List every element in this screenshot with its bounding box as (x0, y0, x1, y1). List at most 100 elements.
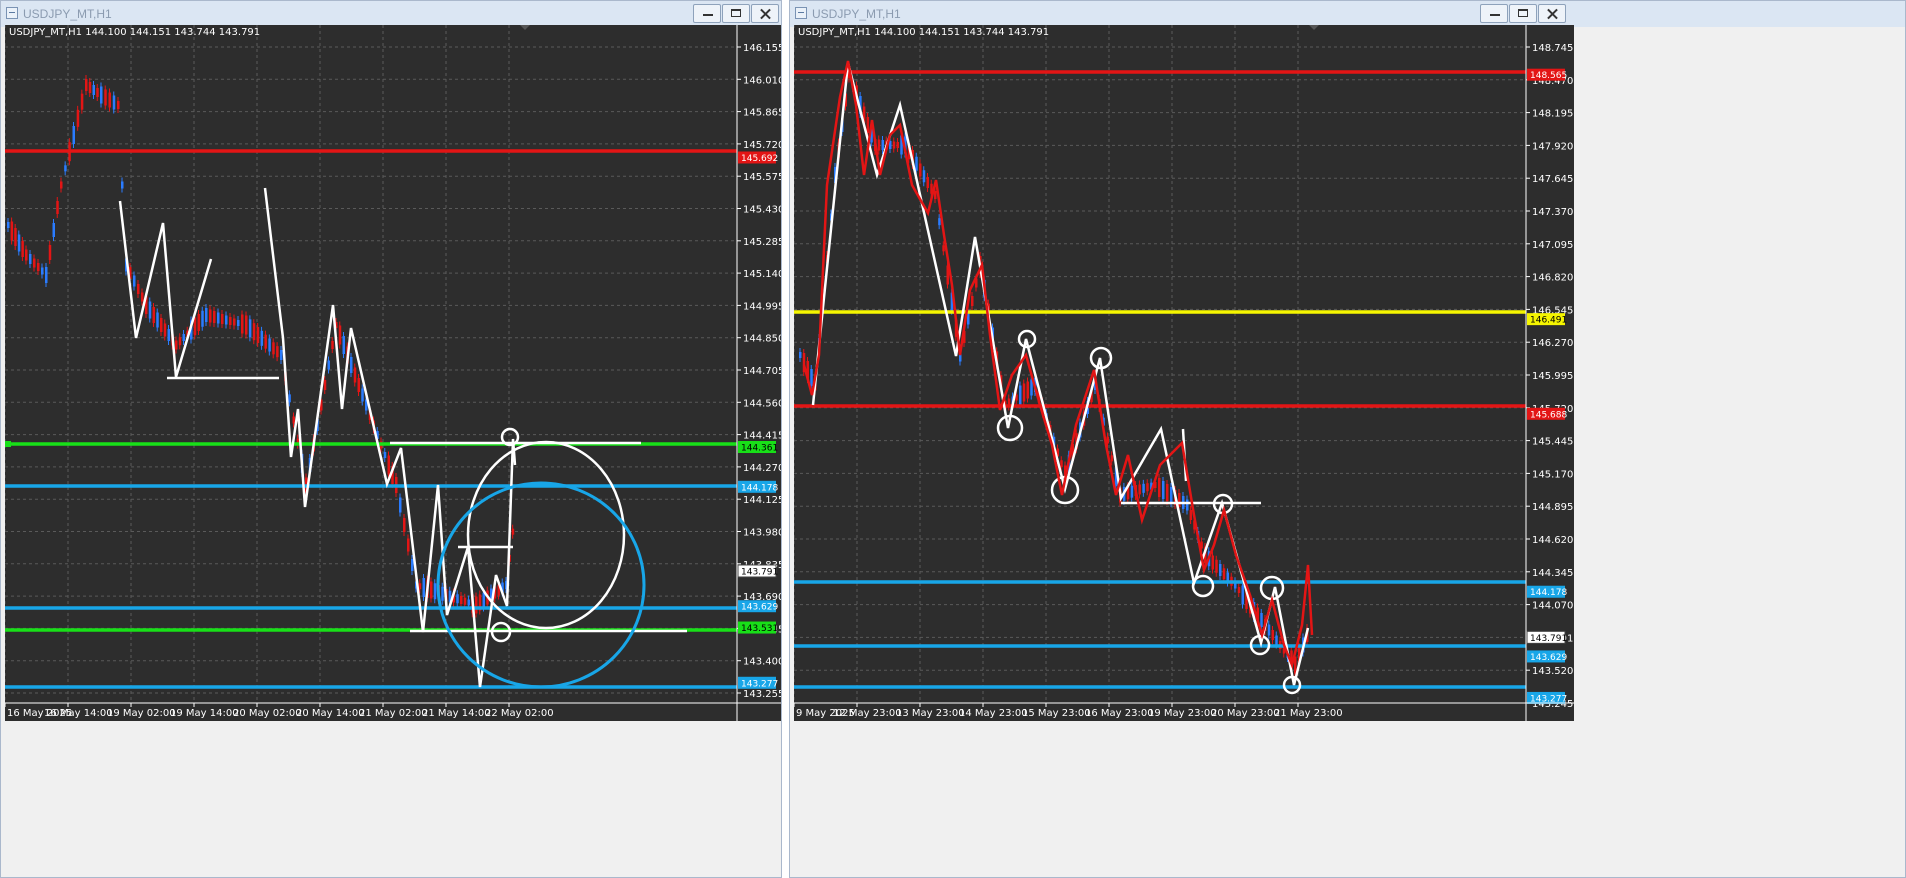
price-badge-label: 144.178 (1530, 588, 1567, 598)
price-badge-label: 145.692 (741, 154, 778, 164)
candle-body (467, 599, 470, 606)
candle-body (422, 578, 425, 597)
candle-body (1170, 487, 1173, 503)
candle-body (1130, 485, 1134, 498)
candle-body (117, 101, 120, 109)
candle-body (33, 258, 36, 268)
candle-body (163, 323, 167, 337)
time-tick-label: 20 May 14:00 (296, 708, 365, 719)
chart-background (794, 25, 1574, 721)
candle-body (511, 528, 515, 535)
candle-body (810, 369, 813, 386)
candle-body (148, 301, 152, 319)
chart-window-left[interactable]: USDJPY_MT,H1 146.155 146.010 145.865 145… (0, 0, 782, 878)
candle-body (225, 315, 228, 325)
price-badge-label: 143.791 (741, 567, 778, 577)
time-tick-label: 12 May 23:00 (833, 708, 902, 719)
candle-body (430, 581, 433, 599)
price-tick-label: 144.415 (743, 431, 781, 442)
candle-body (7, 222, 10, 228)
price-chart[interactable]: 148.745 148.470 148.195 147.920 147.645 147.3… (794, 25, 1574, 721)
candle-body (915, 156, 918, 171)
candle-body (201, 310, 204, 327)
price-tick-label: 145.995 (1532, 371, 1573, 382)
price-chart-canvas[interactable]: 146.155 146.010 145.865 145.720 145.575 145.4… (5, 25, 781, 721)
price-tick-label: 143.980 (743, 528, 781, 539)
candle-body (475, 596, 478, 614)
candle-body (205, 308, 208, 322)
candle-body (137, 284, 140, 294)
candle-body (361, 388, 364, 402)
minimize-button[interactable] (1480, 4, 1508, 23)
candle-body (877, 139, 881, 151)
candle-body (460, 596, 463, 604)
close-button[interactable] (1538, 4, 1566, 23)
candle-body (1060, 460, 1063, 468)
candle-body (276, 346, 279, 358)
price-tick-label: 145.285 (743, 237, 781, 248)
candle-body (919, 163, 922, 177)
minimize-button[interactable] (693, 4, 721, 23)
candle-body (1166, 484, 1169, 501)
close-button[interactable] (751, 4, 779, 23)
candle-body (104, 89, 107, 106)
window-title: USDJPY_MT,H1 (812, 7, 901, 21)
candle-body (108, 92, 111, 108)
candle-body (100, 86, 103, 104)
candle-body (213, 311, 216, 323)
candle-body (342, 336, 345, 354)
candle-body (160, 318, 163, 332)
time-tick-label: 21 May 14:00 (422, 708, 491, 719)
price-chart-canvas[interactable]: 148.745148.470148.195147.920147.645147.3… (794, 25, 1574, 721)
candle-body (85, 79, 88, 91)
maximize-button[interactable] (1509, 4, 1537, 23)
candle-body (1142, 483, 1145, 493)
window-title-bar[interactable]: USDJPY_MT,H1 (790, 1, 1905, 27)
candle-body (418, 583, 422, 590)
candle-body (441, 586, 444, 601)
candle-body (456, 594, 459, 604)
price-tick-label: 143.400 (743, 657, 781, 668)
candle-body (1215, 559, 1218, 573)
candle-body (48, 245, 52, 260)
candle-body (248, 319, 252, 338)
candle-body (1106, 436, 1109, 444)
price-tick-label: 144.125 (743, 495, 781, 506)
price-tick-label: 148.745 (1532, 43, 1573, 54)
candle-body (272, 342, 275, 355)
candle-body (1022, 383, 1026, 402)
time-tick-label: 19 May 02:00 (107, 708, 176, 719)
candle-body (338, 325, 342, 345)
candle-body (268, 338, 271, 352)
candle-body (942, 245, 945, 252)
candle-body (411, 559, 414, 571)
candle-body (1162, 481, 1165, 499)
price-tick-label: 144.995 (743, 301, 781, 312)
candle-body (17, 234, 21, 252)
price-tick-label: 145.445 (1532, 437, 1573, 448)
candle-body (1026, 381, 1029, 399)
candle-body (241, 314, 244, 334)
candle-body (96, 88, 99, 97)
line-anchor-handle[interactable] (5, 441, 11, 447)
candle-body (1189, 510, 1193, 520)
price-axis[interactable]: 148.745148.470148.195147.920147.645147.3… (1526, 43, 1573, 710)
candle-body (1138, 484, 1141, 495)
price-chart[interactable]: 146.155 146.010 145.865 145.720 145.575 145.4… (5, 25, 781, 721)
time-tick-label: 22 May 02:00 (485, 708, 554, 719)
price-tick-label: 147.095 (1532, 240, 1573, 251)
chart-window-right[interactable]: USDJPY_MT,H1 148.745 148.470 148.195 147… (789, 0, 1906, 878)
candle-body (178, 337, 182, 346)
price-tick-label: 144.270 (743, 463, 781, 474)
time-tick-label: 19 May 23:00 (1148, 708, 1217, 719)
maximize-button[interactable] (722, 4, 750, 23)
candle-body (482, 592, 485, 608)
candle-body (237, 320, 240, 326)
candle-body (288, 394, 291, 403)
window-title-bar[interactable]: USDJPY_MT,H1 (1, 1, 781, 27)
candle-body (245, 315, 248, 335)
candle-body (182, 334, 185, 341)
candle-body (37, 263, 40, 271)
candle-body (1219, 564, 1222, 576)
candle-body (881, 140, 884, 150)
